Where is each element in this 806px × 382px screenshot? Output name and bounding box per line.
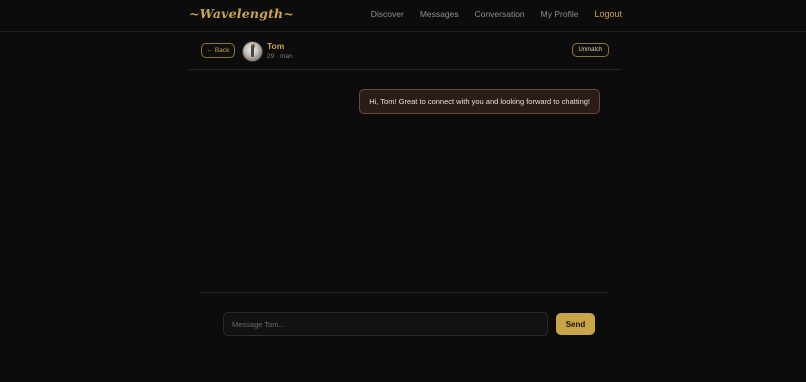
peer-meta: 29 · man [267,53,293,60]
nav-logout[interactable]: Logout [594,9,622,19]
conversation-header: ← Back Tom 29 · man Unmatch [189,32,621,70]
brand-logo[interactable]: ~Wavelength~ [189,6,294,21]
nav-my-profile[interactable]: My Profile [541,9,579,19]
back-button[interactable]: ← Back [201,43,235,58]
main-nav: Discover Messages Conversation My Profil… [371,9,622,19]
peer-name[interactable]: Tom [267,41,284,51]
send-button[interactable]: Send [556,313,595,335]
avatar[interactable] [242,41,263,62]
message-list[interactable]: Hi, Tom! Great to connect with you and l… [189,70,621,292]
app-root: ~Wavelength~ Discover Messages Conversat… [0,0,806,382]
nav-messages[interactable]: Messages [420,9,459,19]
composer-divider [201,292,607,293]
message-bubble-sent: Hi, Tom! Great to connect with you and l… [359,89,600,114]
avatar-figure-shape [251,46,254,57]
nav-discover[interactable]: Discover [371,9,404,19]
unmatch-button[interactable]: Unmatch [572,43,609,57]
message-input[interactable] [223,312,548,336]
nav-conversation[interactable]: Conversation [475,9,525,19]
top-navbar: ~Wavelength~ Discover Messages Conversat… [0,0,806,32]
